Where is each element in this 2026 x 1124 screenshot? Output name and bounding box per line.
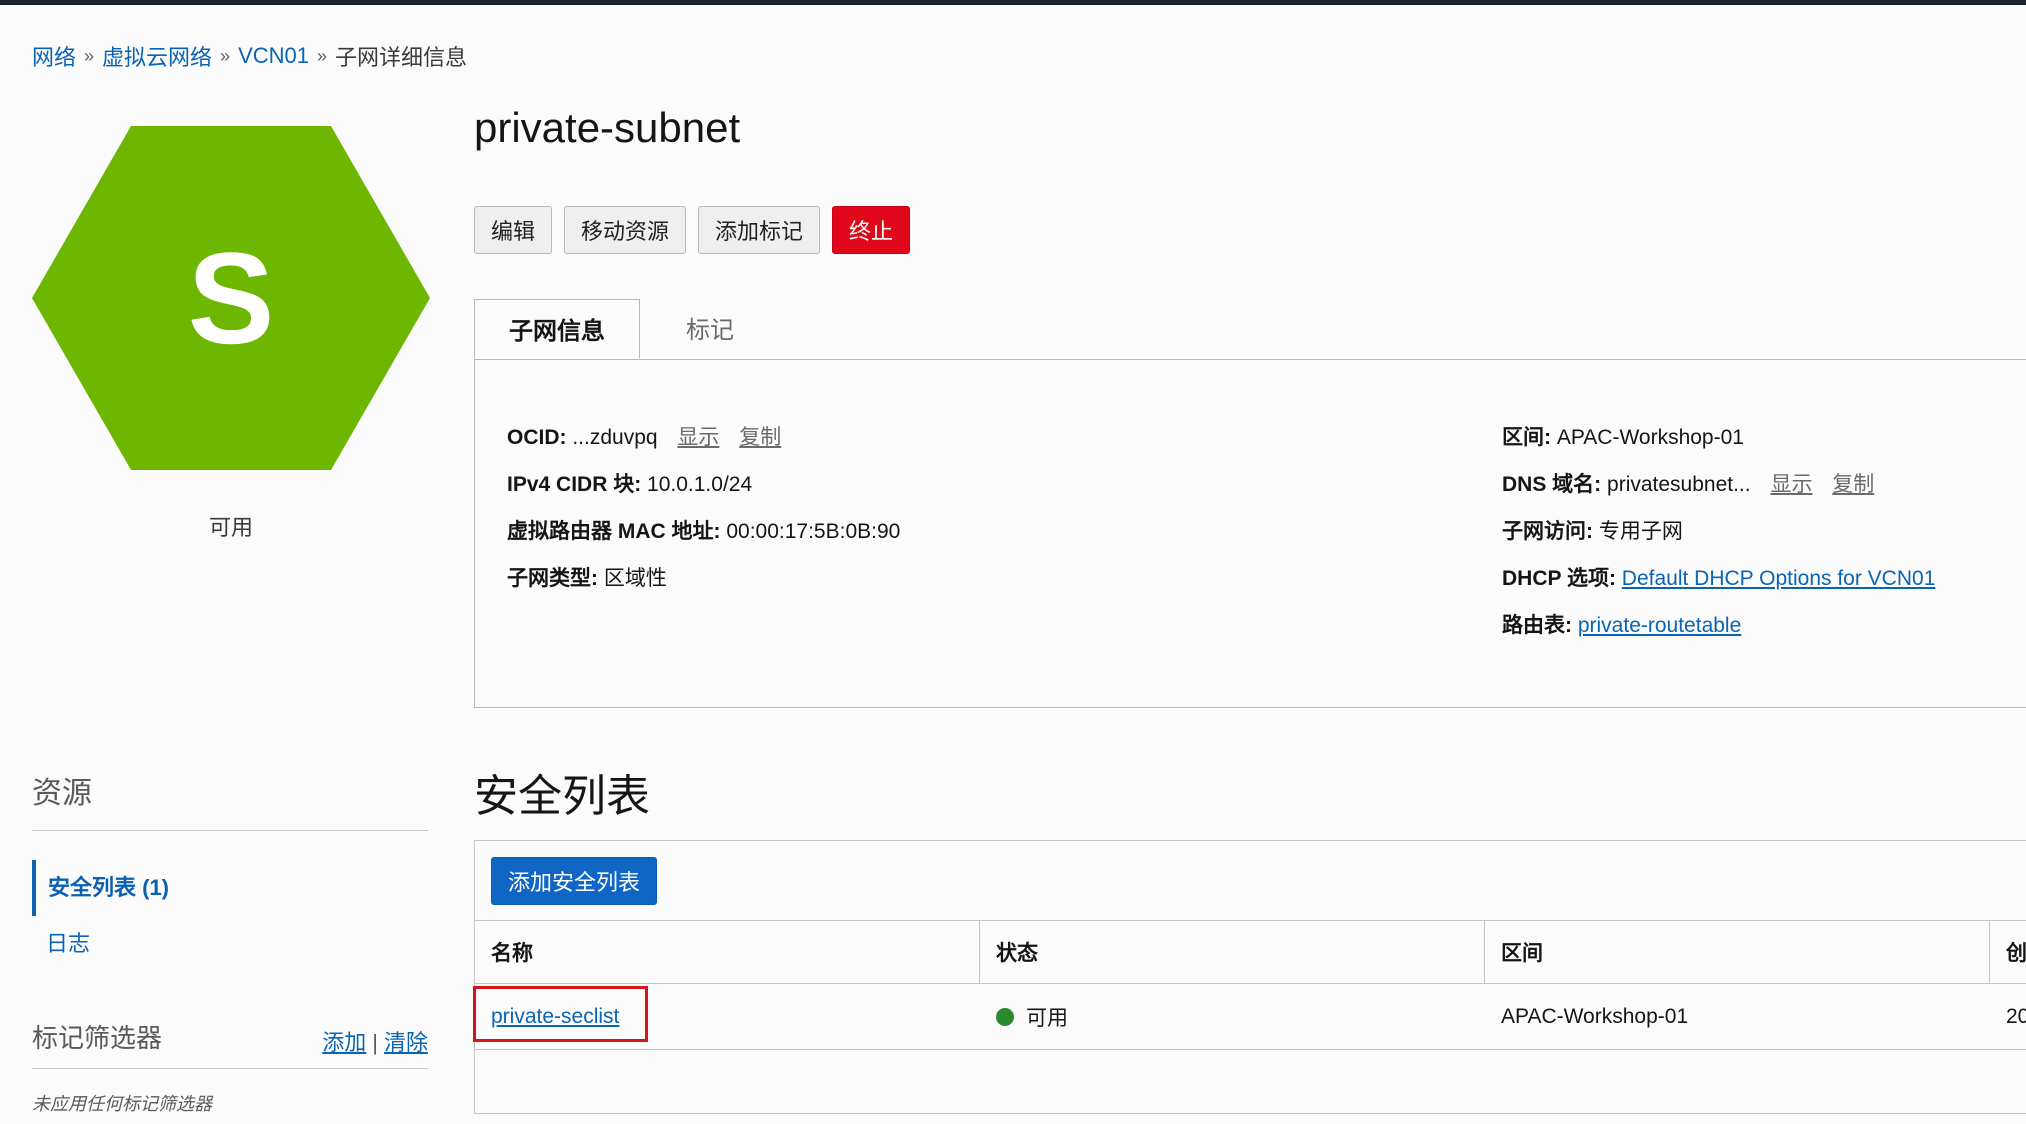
- breadcrumb-vcn-list[interactable]: 虚拟云网络: [102, 40, 212, 72]
- info-mac: 虚拟路由器 MAC 地址: 00:00:17:5B:0B:90: [507, 515, 900, 545]
- compartment-value: APAC-Workshop-01: [1556, 426, 1744, 449]
- info-route-table: 路由表: private-routetable: [1502, 609, 1741, 639]
- detail-tabs: 子网信息 标记: [474, 299, 2026, 360]
- resources-item-security-lists[interactable]: 安全列表 (1): [32, 860, 428, 916]
- tab-subnet-info[interactable]: 子网信息: [474, 299, 640, 359]
- column-header-name[interactable]: 名称: [475, 921, 980, 983]
- top-bar: [0, 0, 2026, 5]
- status-dot-icon: [996, 1007, 1014, 1026]
- info-subnet-type: 子网类型: 区域性: [507, 562, 667, 592]
- breadcrumb-separator: »: [316, 45, 327, 66]
- subnet-info-panel: OCID: ...zduvpq 显示 复制 IPv4 CIDR 块: 10.0.…: [474, 359, 2026, 708]
- cidr-value: 10.0.1.0/24: [647, 473, 753, 496]
- status-text: 可用: [1026, 1006, 1068, 1030]
- route-table-label: 路由表:: [1502, 614, 1572, 637]
- security-lists-heading: 安全列表: [474, 772, 650, 821]
- ocid-show-link[interactable]: 显示: [677, 426, 719, 449]
- resources-heading: 资源: [32, 777, 92, 810]
- tag-filter-add-link[interactable]: 添加: [322, 1030, 366, 1055]
- security-lists-table: 添加安全列表 名称 状态 区间 创 private-seclist 可用 APA…: [473, 840, 2026, 1114]
- column-header-status[interactable]: 状态: [980, 921, 1485, 983]
- subnet-access-value: 专用子网: [1598, 520, 1683, 543]
- subnet-hexagon-icon: S: [32, 126, 430, 470]
- info-dns: DNS 域名: privatesubnet... 显示 复制: [1502, 468, 1874, 498]
- add-tags-button[interactable]: 添加标记: [698, 206, 821, 254]
- dhcp-options-link[interactable]: Default DHCP Options for VCN01: [1622, 567, 1936, 590]
- cell-created: 20: [2006, 1004, 2026, 1028]
- table-toolbar: 添加安全列表: [491, 857, 658, 905]
- info-dhcp: DHCP 选项: Default DHCP Options for VCN01: [1502, 562, 1935, 592]
- page-title: private-subnet: [474, 104, 741, 151]
- subnet-access-label: 子网访问:: [1502, 520, 1593, 543]
- ocid-copy-link[interactable]: 复制: [739, 426, 781, 449]
- move-resource-button[interactable]: 移动资源: [564, 206, 687, 254]
- dhcp-label: DHCP 选项:: [1502, 567, 1616, 590]
- breadcrumb-networking[interactable]: 网络: [32, 40, 76, 72]
- cidr-label: IPv4 CIDR 块:: [507, 473, 642, 496]
- highlight-box: [473, 986, 648, 1042]
- breadcrumb: 网络 » 虚拟云网络 » VCN01 » 子网详细信息: [32, 40, 467, 72]
- breadcrumb-separator: »: [220, 45, 231, 66]
- tag-filter-actions: 添加 | 清除: [322, 1025, 428, 1057]
- terminate-button[interactable]: 终止: [832, 206, 911, 254]
- dns-value: privatesubnet...: [1607, 473, 1751, 496]
- info-compartment: 区间: APAC-Workshop-01: [1502, 421, 1744, 451]
- tag-filter-separator: |: [372, 1030, 378, 1055]
- action-buttons: 编辑 移动资源 添加标记 终止: [474, 206, 911, 254]
- route-table-link[interactable]: private-routetable: [1578, 614, 1741, 637]
- resources-nav: 安全列表 (1) 日志: [32, 860, 428, 972]
- tag-filter-empty-text: 未应用任何标记筛选器: [32, 1094, 212, 1114]
- resources-divider: [32, 830, 428, 831]
- breadcrumb-separator: »: [84, 45, 95, 66]
- tag-filter-divider: [32, 1068, 428, 1069]
- column-header-created[interactable]: 创: [1990, 921, 2026, 983]
- tab-tags[interactable]: 标记: [640, 299, 780, 359]
- cell-name: private-seclist: [473, 984, 980, 1049]
- subnet-type-label: 子网类型:: [507, 567, 598, 590]
- breadcrumb-vcn01[interactable]: VCN01: [238, 43, 309, 69]
- info-cidr: IPv4 CIDR 块: 10.0.1.0/24: [507, 468, 752, 498]
- mac-label: 虚拟路由器 MAC 地址:: [507, 520, 721, 543]
- tag-filter-clear-link[interactable]: 清除: [384, 1030, 428, 1055]
- cell-compartment: APAC-Workshop-01: [1501, 1004, 1689, 1028]
- cell-status: 可用: [980, 984, 1485, 1049]
- table-row: private-seclist 可用 APAC-Workshop-01 20: [473, 984, 2026, 1050]
- table-header: 名称 状态 区间 创: [475, 920, 2026, 984]
- hexagon-letter: S: [187, 225, 275, 371]
- ocid-label: OCID:: [507, 426, 567, 449]
- column-header-compartment[interactable]: 区间: [1485, 921, 1990, 983]
- info-ocid: OCID: ...zduvpq 显示 复制: [507, 421, 781, 451]
- tag-filter-heading: 标记筛选器: [32, 1023, 163, 1053]
- dns-show-link[interactable]: 显示: [1770, 473, 1812, 496]
- dns-copy-link[interactable]: 复制: [1832, 473, 1874, 496]
- breadcrumb-current: 子网详细信息: [335, 45, 468, 70]
- subnet-type-value: 区域性: [603, 567, 667, 590]
- dns-label: DNS 域名:: [1502, 473, 1602, 496]
- mac-value: 00:00:17:5B:0B:90: [726, 520, 901, 543]
- lifecycle-status: 可用: [208, 515, 253, 540]
- resources-item-logs[interactable]: 日志: [32, 916, 428, 972]
- add-security-list-button[interactable]: 添加安全列表: [491, 857, 658, 905]
- info-subnet-access: 子网访问: 专用子网: [1502, 515, 1683, 545]
- edit-button[interactable]: 编辑: [474, 206, 553, 254]
- compartment-label: 区间:: [1502, 426, 1551, 449]
- ocid-value: ...zduvpq: [572, 426, 658, 449]
